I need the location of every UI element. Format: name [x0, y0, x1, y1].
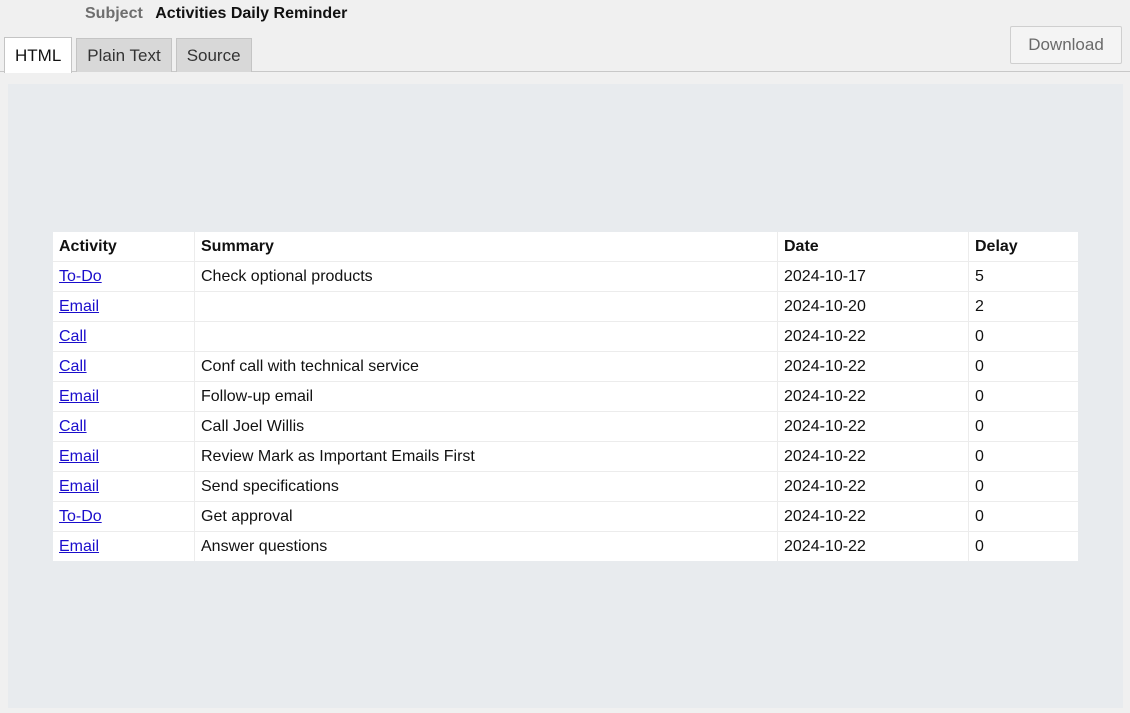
activity-link[interactable]: Call [59, 328, 87, 345]
delay-cell: 0 [968, 321, 1078, 352]
date-cell: 2024-10-22 [777, 501, 969, 532]
summary-cell: Follow-up email [194, 381, 778, 412]
summary-cell: Conf call with technical service [194, 351, 778, 382]
table-row: To-Do Check optional products 2024-10-17 5 [53, 261, 1078, 292]
delay-cell: 0 [968, 381, 1078, 412]
table-row: Email Send specifications 2024-10-22 0 [53, 471, 1078, 502]
activity-table: Activity Summary Date Delay To-Do Check o… [53, 232, 1078, 561]
column-header-activity: Activity [53, 232, 195, 262]
summary-cell: Get approval [194, 501, 778, 532]
summary-cell: Send specifications [194, 471, 778, 502]
message-body: Activity Summary Date Delay To-Do Check o… [8, 84, 1123, 708]
message-header: Subject Activities Daily Reminder HTML P… [0, 0, 1130, 73]
summary-cell: Check optional products [194, 261, 778, 292]
view-tabs: HTML Plain Text Source [4, 36, 256, 73]
activity-link[interactable]: Email [59, 388, 99, 405]
download-button[interactable]: Download [1010, 26, 1122, 64]
tab-source[interactable]: Source [175, 38, 252, 72]
activity-link[interactable]: Email [59, 298, 99, 315]
activity-link[interactable]: To-Do [59, 508, 102, 525]
table-row: To-Do Get approval 2024-10-22 0 [53, 501, 1078, 532]
activity-cell: To-Do [53, 501, 195, 532]
subject-value: Activities Daily Reminder [155, 5, 348, 22]
summary-cell: Call Joel Willis [194, 411, 778, 442]
table-row: Email Review Mark as Important Emails Fir… [53, 441, 1078, 472]
activity-cell: Call [53, 351, 195, 382]
activity-rows: To-Do Check optional products 2024-10-17 5 E… [53, 261, 1078, 561]
summary-cell: Review Mark as Important Emails First [194, 441, 778, 472]
summary-cell [194, 291, 778, 322]
delay-cell: 0 [975, 537, 984, 555]
tab-html[interactable]: HTML [4, 37, 73, 73]
tab-plain-text[interactable]: Plain Text [76, 38, 172, 72]
date-cell: 2024-10-22 [777, 441, 969, 472]
table-row: Email Follow-up email 2024-10-22 0 [53, 381, 1078, 412]
activity-link[interactable]: Email [59, 538, 99, 555]
table-row: Call Conf call with technical service 2024… [53, 351, 1078, 382]
table-row: Email 2024-10-20 2 [53, 291, 1078, 322]
activity-link[interactable]: Email [59, 448, 99, 465]
date-cell: 2024-10-22 [777, 321, 969, 352]
activity-cell: Email [53, 531, 195, 561]
column-header-summary: Summary [194, 232, 778, 262]
table-header-row: Activity Summary Date Delay [53, 232, 1078, 262]
table-row: Email Answer questions 2024-10-22 0 [53, 531, 1078, 561]
activity-cell: To-Do [53, 261, 195, 292]
column-header-delay: Delay [968, 232, 1078, 262]
activity-cell: Email [53, 291, 195, 322]
activity-cell: Call [53, 411, 195, 442]
date-cell: 2024-10-22 [777, 411, 969, 442]
table-row: Call Call Joel Willis 2024-10-22 0 [53, 411, 1078, 442]
delay-cell: 0 [968, 441, 1078, 472]
delay-cell: 0 [968, 351, 1078, 382]
date-cell: 2024-10-20 [777, 291, 969, 322]
summary-cell: Answer questions [194, 531, 778, 561]
date-cell: 2024-10-22 [777, 471, 969, 502]
activity-link[interactable]: To-Do [59, 268, 102, 285]
delay-cell: 0 [968, 471, 1078, 502]
activity-cell: Email [53, 381, 195, 412]
delay-cell: 0 [968, 411, 1078, 442]
column-header-date: Date [777, 232, 969, 262]
table-row: Call 2024-10-22 0 [53, 321, 1078, 352]
activity-cell: Email [53, 471, 195, 502]
date-cell: 2024-10-22 [777, 531, 969, 561]
activity-link[interactable]: Email [59, 478, 99, 495]
subject-row: Subject Activities Daily Reminder [85, 5, 347, 23]
date-cell: 2024-10-17 [777, 261, 969, 292]
delay-cell: 5 [968, 261, 1078, 292]
activity-cell: Call [53, 321, 195, 352]
delay-cell: 2 [968, 291, 1078, 322]
delay-cell: 0 [968, 501, 1078, 532]
date-cell: 2024-10-22 [777, 351, 969, 382]
subject-label: Subject [85, 5, 143, 22]
activity-link[interactable]: Call [59, 358, 87, 375]
summary-cell [194, 321, 778, 352]
date-cell: 2024-10-22 [777, 381, 969, 412]
activity-link[interactable]: Call [59, 418, 87, 435]
activity-cell: Email [53, 441, 195, 472]
